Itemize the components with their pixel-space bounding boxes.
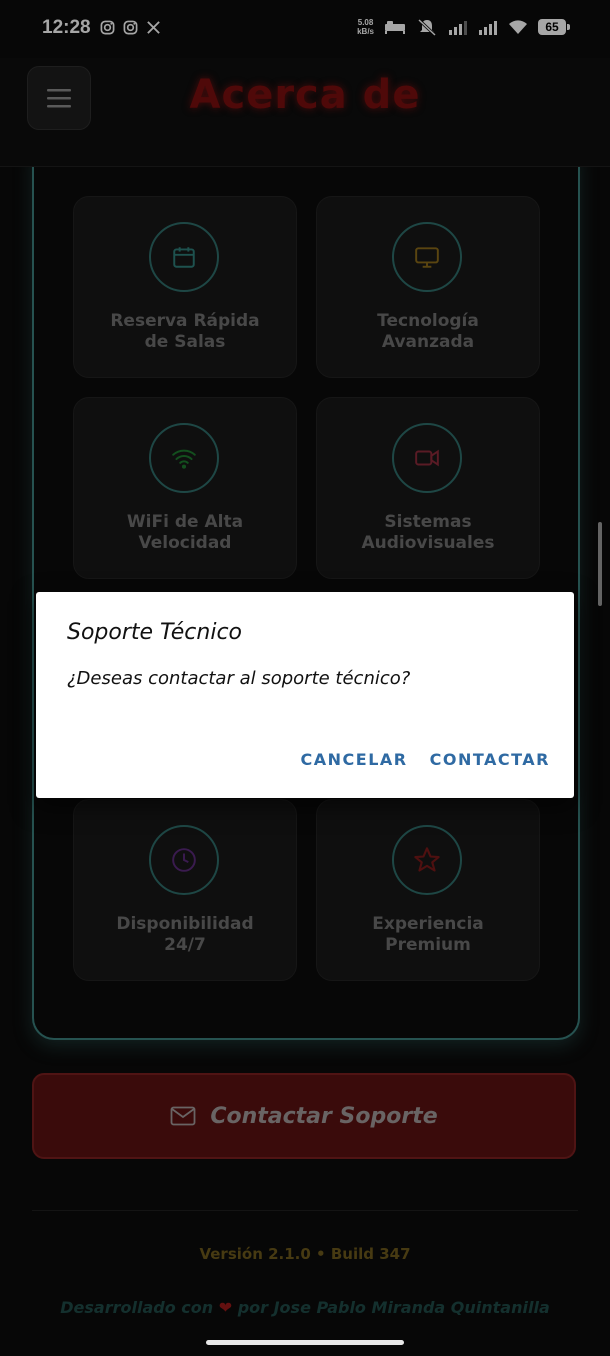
dialog-actions: CANCELAR CONTACTAR: [301, 750, 551, 769]
dialog-message: ¿Deseas contactar al soporte técnico?: [67, 668, 411, 689]
support-dialog: Soporte Técnico ¿Deseas contactar al sop…: [36, 592, 574, 798]
contact-button[interactable]: CONTACTAR: [430, 750, 550, 769]
app-screen: 12:28 5.08 kB/s 65 Reserva Rápida de Sal…: [0, 0, 610, 1356]
cancel-button[interactable]: CANCELAR: [301, 750, 408, 769]
dialog-title: Soporte Técnico: [67, 620, 243, 645]
home-indicator[interactable]: [206, 1340, 404, 1345]
